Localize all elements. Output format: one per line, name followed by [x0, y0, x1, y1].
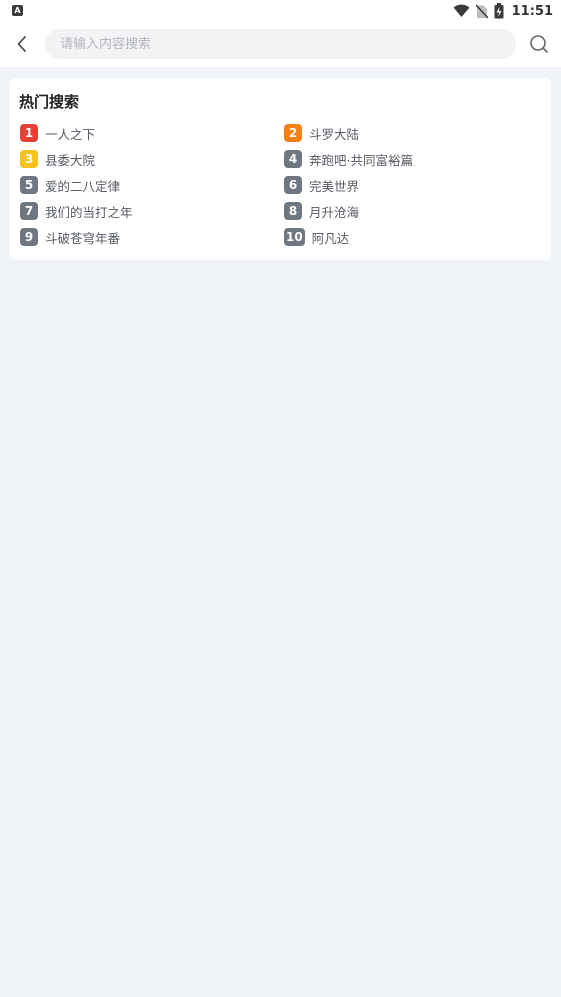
back-button[interactable]	[10, 32, 34, 56]
rank-badge: 1	[20, 124, 38, 142]
search-input[interactable]	[45, 29, 516, 59]
search-header	[0, 22, 561, 67]
no-sim-icon	[475, 3, 488, 19]
hot-search-label: 斗罗大陆	[309, 126, 360, 142]
rank-badge: 7	[20, 202, 38, 220]
search-box	[45, 29, 516, 59]
hot-search-item-6[interactable]: 6 完美世界	[284, 176, 548, 194]
battery-charging-icon	[494, 3, 504, 19]
wifi-icon	[453, 4, 470, 17]
hot-search-label: 月升沧海	[309, 204, 360, 220]
hot-search-label: 完美世界	[309, 178, 360, 194]
rank-badge: 8	[284, 202, 302, 220]
hot-search-item-7[interactable]: 7 我们的当打之年	[20, 202, 284, 220]
status-bar: A 11:51	[0, 0, 561, 22]
hot-search-label: 我们的当打之年	[45, 204, 133, 220]
hot-search-label: 斗破苍穹年番	[45, 230, 121, 246]
hot-search-item-5[interactable]: 5 爱的二八定律	[20, 176, 284, 194]
hot-search-item-3[interactable]: 3 县委大院	[20, 150, 284, 168]
hot-search-item-8[interactable]: 8 月升沧海	[284, 202, 548, 220]
rank-badge: 6	[284, 176, 302, 194]
hot-search-label: 爱的二八定律	[45, 178, 121, 194]
hot-search-item-10[interactable]: 10 阿凡达	[284, 228, 548, 246]
hot-search-item-2[interactable]: 2 斗罗大陆	[284, 124, 548, 142]
hot-search-item-1[interactable]: 1 一人之下	[20, 124, 284, 142]
status-icons: 11:51	[453, 2, 553, 20]
notification-a-icon: A	[12, 5, 23, 16]
hot-search-card: 热门搜索 1 一人之下 2 斗罗大陆 3 县委大院 4 奔跑吧·共同富裕篇 5 …	[10, 78, 551, 260]
hot-search-label: 县委大院	[45, 152, 96, 168]
hot-search-title: 热门搜索	[19, 93, 80, 111]
hot-search-label: 奔跑吧·共同富裕篇	[309, 152, 413, 168]
hot-search-item-4[interactable]: 4 奔跑吧·共同富裕篇	[284, 150, 548, 168]
rank-badge: 2	[284, 124, 302, 142]
clock: 11:51	[511, 3, 553, 19]
hot-search-item-9[interactable]: 9 斗破苍穹年番	[20, 228, 284, 246]
search-button[interactable]	[527, 32, 551, 56]
search-icon	[530, 35, 548, 53]
chevron-left-icon	[17, 36, 26, 52]
hot-search-label: 一人之下	[45, 126, 96, 142]
rank-badge: 10	[284, 228, 305, 246]
rank-badge: 4	[284, 150, 302, 168]
hot-search-list: 1 一人之下 2 斗罗大陆 3 县委大院 4 奔跑吧·共同富裕篇 5 爱的二八定…	[20, 124, 550, 246]
rank-badge: 3	[20, 150, 38, 168]
rank-badge: 9	[20, 228, 38, 246]
rank-badge: 5	[20, 176, 38, 194]
hot-search-label: 阿凡达	[311, 230, 350, 246]
